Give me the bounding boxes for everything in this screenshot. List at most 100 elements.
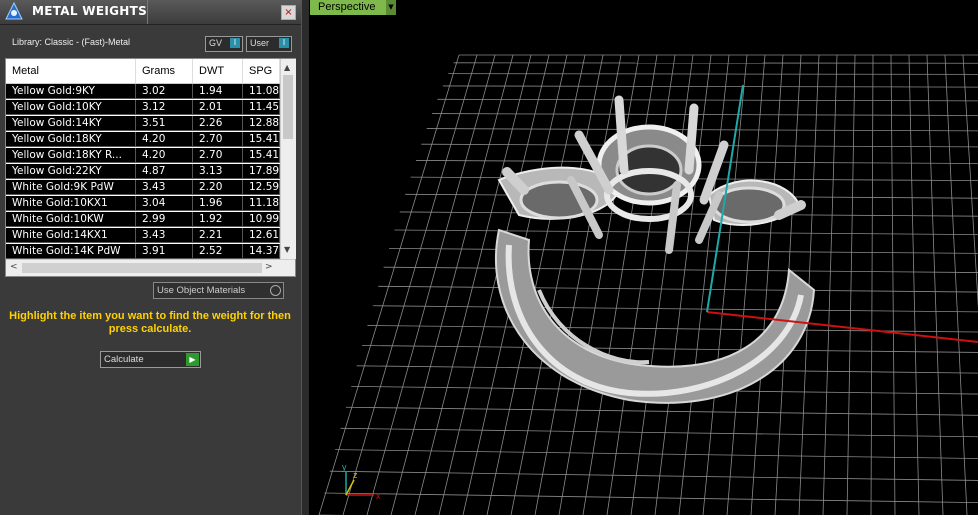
grid-line <box>448 73 978 75</box>
chevron-down-icon[interactable]: ▼ <box>386 0 396 15</box>
grid-line <box>432 113 978 116</box>
cell-dwt: 2.21 <box>193 228 243 243</box>
grid-line <box>342 54 478 515</box>
table-body: Yellow Gold:9KY 3.02 1.94 11.08 Yellow Gold:… <box>6 84 280 259</box>
panel-title: METAL WEIGHTS <box>32 4 148 18</box>
cell-spg: 14.37 <box>243 244 280 259</box>
axis-z-label: z <box>353 470 358 480</box>
cell-metal: White Gold:14K PdW <box>6 244 136 259</box>
axis-x-line <box>706 311 978 343</box>
cell-metal: White Gold:14KX1 <box>6 228 136 243</box>
close-icon[interactable]: × <box>281 5 296 20</box>
axis-gizmo: x y z <box>342 462 381 501</box>
grid-line <box>437 98 978 102</box>
horizontal-scrollbar[interactable]: < > <box>6 259 295 276</box>
cell-grams: 4.20 <box>136 148 193 163</box>
cell-grams: 3.43 <box>136 228 193 243</box>
cell-dwt: 2.20 <box>193 180 243 195</box>
table-row[interactable]: White Gold:9K PdW 3.43 2.20 12.59 <box>6 180 280 195</box>
column-header-metal[interactable]: Metal <box>6 59 136 83</box>
metal-weights-panel: METAL WEIGHTS × Library: Classic - (Fast… <box>0 0 301 515</box>
scroll-right-icon[interactable]: > <box>265 262 273 272</box>
cell-metal: Yellow Gold:10KY <box>6 100 136 115</box>
column-header-dwt[interactable]: DWT <box>193 59 243 83</box>
table-row[interactable]: Yellow Gold:14KY 3.51 2.26 12.88 <box>6 116 280 131</box>
cell-metal: Yellow Gold:18KY R... <box>6 148 136 163</box>
grid-line <box>372 305 978 313</box>
cell-dwt: 1.96 <box>193 196 243 211</box>
table-row[interactable]: Yellow Gold:9KY 3.02 1.94 11.08 <box>6 84 280 99</box>
library-label: Library: Classic - (Fast)-Metal <box>12 37 131 47</box>
grid-line <box>908 54 920 515</box>
vertical-scrollbar[interactable]: ▲ ▼ <box>280 59 296 259</box>
table-row[interactable]: White Gold:10KW 2.99 1.92 10.99 <box>6 212 280 227</box>
metal-table: Metal Grams DWT SPG Yellow Gold:9KY 3.02 1… <box>5 58 296 277</box>
cell-grams: 2.99 <box>136 212 193 227</box>
gv-toggle-switch: I <box>230 38 240 48</box>
grid-line <box>388 248 978 254</box>
cell-grams: 3.12 <box>136 100 193 115</box>
vertical-scroll-thumb[interactable] <box>283 75 293 139</box>
cell-spg: 17.89 <box>243 164 280 179</box>
cell-metal: White Gold:10KX1 <box>6 196 136 211</box>
user-toggle[interactable]: User I <box>246 36 292 52</box>
cell-dwt: 2.26 <box>193 116 243 131</box>
perspective-view-label[interactable]: Perspective <box>310 0 386 15</box>
grid-line <box>870 54 874 515</box>
cell-metal: White Gold:9K PdW <box>6 180 136 195</box>
cell-metal: Yellow Gold:14KY <box>6 116 136 131</box>
cell-grams: 3.91 <box>136 244 193 259</box>
grid-line <box>822 54 838 515</box>
cell-dwt: 2.70 <box>193 148 243 163</box>
scroll-down-icon[interactable]: ▼ <box>284 245 290 254</box>
cell-spg: 11.45 <box>243 100 280 115</box>
table-row[interactable]: White Gold:10KX1 3.04 1.96 11.18 <box>6 196 280 211</box>
cell-spg: 15.41 <box>243 132 280 147</box>
instruction-text: Highlight the item you want to find the … <box>9 310 291 335</box>
matrix-logo-icon <box>5 2 23 20</box>
cell-spg: 11.08 <box>243 84 280 99</box>
cell-metal: Yellow Gold:18KY <box>6 132 136 147</box>
cell-grams: 3.43 <box>136 180 193 195</box>
column-header-grams[interactable]: Grams <box>136 59 193 83</box>
calculate-label: Calculate <box>104 354 144 365</box>
grid-line <box>654 54 712 515</box>
scroll-left-icon[interactable]: < <box>10 262 18 272</box>
calculate-button[interactable]: Calculate ▶ <box>100 351 201 368</box>
grid-line <box>390 54 514 515</box>
cell-dwt: 1.92 <box>193 212 243 227</box>
cell-grams: 4.20 <box>136 132 193 147</box>
scroll-up-icon[interactable]: ▲ <box>284 63 290 72</box>
grid-line <box>926 54 944 515</box>
perspective-viewport[interactable]: x y z Perspective ▼ <box>309 0 978 515</box>
gv-toggle[interactable]: GV I <box>205 36 243 52</box>
table-row[interactable]: White Gold:14KX1 3.43 2.21 12.61 <box>6 228 280 243</box>
grid-line <box>702 54 748 515</box>
play-icon: ▶ <box>186 353 199 366</box>
radio-icon <box>270 285 281 296</box>
grid-line <box>324 492 978 504</box>
column-header-spg[interactable]: SPG <box>243 59 280 83</box>
cell-spg: 12.61 <box>243 228 280 243</box>
grid-line <box>366 54 496 515</box>
grid-line <box>534 54 622 515</box>
grid-line <box>726 54 766 515</box>
grid-line <box>558 54 640 515</box>
use-object-materials-toggle[interactable]: Use Object Materials <box>153 282 284 299</box>
cell-spg: 10.99 <box>243 212 280 227</box>
table-row[interactable]: Yellow Gold:18KY 4.20 2.70 15.41 <box>6 132 280 147</box>
grid-line <box>318 54 460 515</box>
cell-dwt: 2.01 <box>193 100 243 115</box>
grid-line <box>944 54 968 515</box>
table-row[interactable]: Yellow Gold:22KY 4.87 3.13 17.89 <box>6 164 280 179</box>
grid-line <box>335 449 978 459</box>
grid-line <box>750 54 784 515</box>
cell-grams: 3.04 <box>136 196 193 211</box>
cell-spg: 11.18 <box>243 196 280 211</box>
use-object-materials-label: Use Object Materials <box>157 285 246 296</box>
horizontal-scroll-thumb[interactable] <box>22 263 262 273</box>
grid-line <box>890 54 896 515</box>
table-row[interactable]: Yellow Gold:18KY R... 4.20 2.70 15.41 <box>6 148 280 163</box>
table-row[interactable]: White Gold:14K PdW 3.91 2.52 14.37 <box>6 244 280 259</box>
table-row[interactable]: Yellow Gold:10KY 3.12 2.01 11.45 <box>6 100 280 115</box>
